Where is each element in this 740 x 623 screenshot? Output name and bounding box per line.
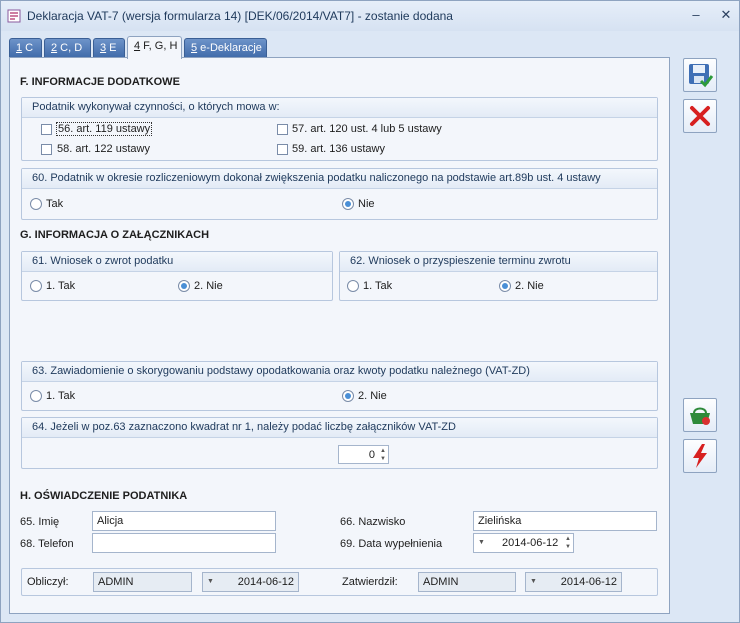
tab-c[interactable]: 1 C (9, 38, 42, 58)
calculated-by-field: ADMIN (93, 572, 192, 592)
form-panel: F. INFORMACJE DODATKOWE Podatnik wykonyw… (9, 57, 670, 614)
save-button[interactable] (683, 58, 717, 92)
tax-increase-yes-radio[interactable] (30, 198, 42, 210)
calculated-label: Obliczył: (27, 576, 69, 588)
checkbox-57[interactable] (277, 124, 288, 135)
window-title: Deklaracja VAT-7 (wersja formularza 14) … (27, 9, 453, 23)
minimize-button[interactable]: – (687, 7, 705, 22)
tax-increase-no-radio[interactable] (342, 198, 354, 210)
attachments-count-stepper[interactable]: 0 ▲ ▼ (338, 445, 389, 464)
checkbox-59-label: 59. art. 136 ustawy (292, 143, 385, 155)
tab-e-deklaracje[interactable]: 5 e-Deklaracje (184, 38, 267, 58)
correction-no-radio[interactable] (342, 390, 354, 402)
checkbox-56-label: 56. art. 119 ustawy (55, 122, 153, 136)
correction-header: 63. Zawiadomienie o skorygowaniu podstaw… (22, 362, 657, 382)
first-name-field[interactable]: Alicja (92, 511, 276, 531)
calculated-date-field: ▼ 2014-06-12 (202, 572, 299, 592)
correction-yes-radio[interactable] (30, 390, 42, 402)
tab-e[interactable]: 3 E (93, 38, 125, 58)
approval-group: Obliczył: ADMIN ▼ 2014-06-12 Zatwierdził… (21, 568, 658, 596)
checkbox-59[interactable] (277, 144, 288, 155)
basket-icon (690, 407, 710, 425)
cancel-icon (690, 106, 710, 126)
refund-yes-label: 1. Tak (46, 280, 76, 292)
title-bar: Deklaracja VAT-7 (wersja formularza 14) … (1, 1, 739, 31)
accelerate-group: 62. Wniosek o przyspieszenie terminu zwr… (339, 251, 658, 301)
refund-no-radio[interactable] (178, 280, 190, 292)
attachments-count-value: 0 (368, 449, 375, 461)
accelerate-yes-radio[interactable] (347, 280, 359, 292)
checkbox-56[interactable] (41, 124, 52, 135)
first-name-label: 65. Imię (20, 516, 60, 528)
save-icon (689, 64, 714, 88)
checkbox-58[interactable] (41, 144, 52, 155)
window: Deklaracja VAT-7 (wersja formularza 14) … (0, 0, 740, 623)
dropdown-arrow-icon: ▼ (530, 578, 537, 585)
section-h-title: H. OŚWIADCZENIE PODATNIKA (20, 490, 188, 502)
accelerate-header: 62. Wniosek o przyspieszenie terminu zwr… (340, 252, 657, 272)
section-f-title: F. INFORMACJE DODATKOWE (20, 76, 180, 88)
approved-label: Zatwierdził: (342, 576, 398, 588)
tax-increase-header: 60. Podatnik w okresie rozliczeniowym do… (22, 169, 657, 189)
cancel-button[interactable] (683, 99, 717, 133)
attachments-group: 64. Jeżeli w poz.63 zaznaczono kwadrat n… (21, 417, 658, 469)
fill-date-label: 69. Data wypełnienia (340, 538, 443, 550)
activities-header: Podatnik wykonywał czynności, o których … (22, 98, 657, 118)
calculated-date-value: 2014-06-12 (237, 576, 294, 588)
refund-yes-radio[interactable] (30, 280, 42, 292)
checkbox-58-label: 58. art. 122 ustawy (57, 143, 150, 155)
lightning-button[interactable] (683, 439, 717, 473)
approved-date-field: ▼ 2014-06-12 (525, 572, 622, 592)
fill-date-picker[interactable]: ▼ 2014-06-12 ▲ ▼ (473, 533, 574, 553)
last-name-label: 66. Nazwisko (340, 516, 406, 528)
section-g-title: G. INFORMACJA O ZAŁĄCZNIKACH (20, 229, 210, 241)
correction-yes-label: 1. Tak (46, 390, 76, 402)
correction-no-label: 2. Nie (358, 390, 387, 402)
close-button[interactable]: ✕ (717, 7, 735, 23)
dropdown-arrow-icon[interactable]: ▼ (478, 539, 485, 546)
tax-increase-group: 60. Podatnik w okresie rozliczeniowym do… (21, 168, 658, 220)
checkbox-57-label: 57. art. 120 ust. 4 lub 5 ustawy (292, 123, 442, 135)
correction-group: 63. Zawiadomienie o skorygowaniu podstaw… (21, 361, 658, 411)
phone-field[interactable] (92, 533, 276, 553)
accelerate-no-label: 2. Nie (515, 280, 544, 292)
activities-group: Podatnik wykonywał czynności, o których … (21, 97, 658, 161)
lightning-icon (693, 444, 707, 468)
phone-label: 68. Telefon (20, 538, 74, 550)
basket-button[interactable] (683, 398, 717, 432)
tab-fgh[interactable]: 4 F, G, H (127, 36, 182, 59)
approved-date-value: 2014-06-12 (560, 576, 617, 588)
app-icon (7, 9, 21, 23)
dropdown-arrow-icon: ▼ (207, 578, 214, 585)
tax-increase-yes-label: Tak (46, 198, 64, 210)
refund-group: 61. Wniosek o zwrot podatku 1. Tak 2. Ni… (21, 251, 333, 301)
stepper-arrows-icon[interactable]: ▲ ▼ (379, 447, 387, 463)
date-stepper-icon[interactable]: ▲ ▼ (564, 535, 572, 551)
approved-by-field: ADMIN (418, 572, 516, 592)
attachments-header: 64. Jeżeli w poz.63 zaznaczono kwadrat n… (22, 418, 657, 438)
refund-header: 61. Wniosek o zwrot podatku (22, 252, 332, 272)
tax-increase-no-label: Nie (358, 198, 375, 210)
tab-cd[interactable]: 2 C, D (44, 38, 91, 58)
accelerate-no-radio[interactable] (499, 280, 511, 292)
refund-no-label: 2. Nie (194, 280, 223, 292)
accelerate-yes-label: 1. Tak (363, 280, 393, 292)
last-name-field[interactable]: Zielińska (473, 511, 657, 531)
fill-date-value: 2014-06-12 (502, 537, 559, 549)
